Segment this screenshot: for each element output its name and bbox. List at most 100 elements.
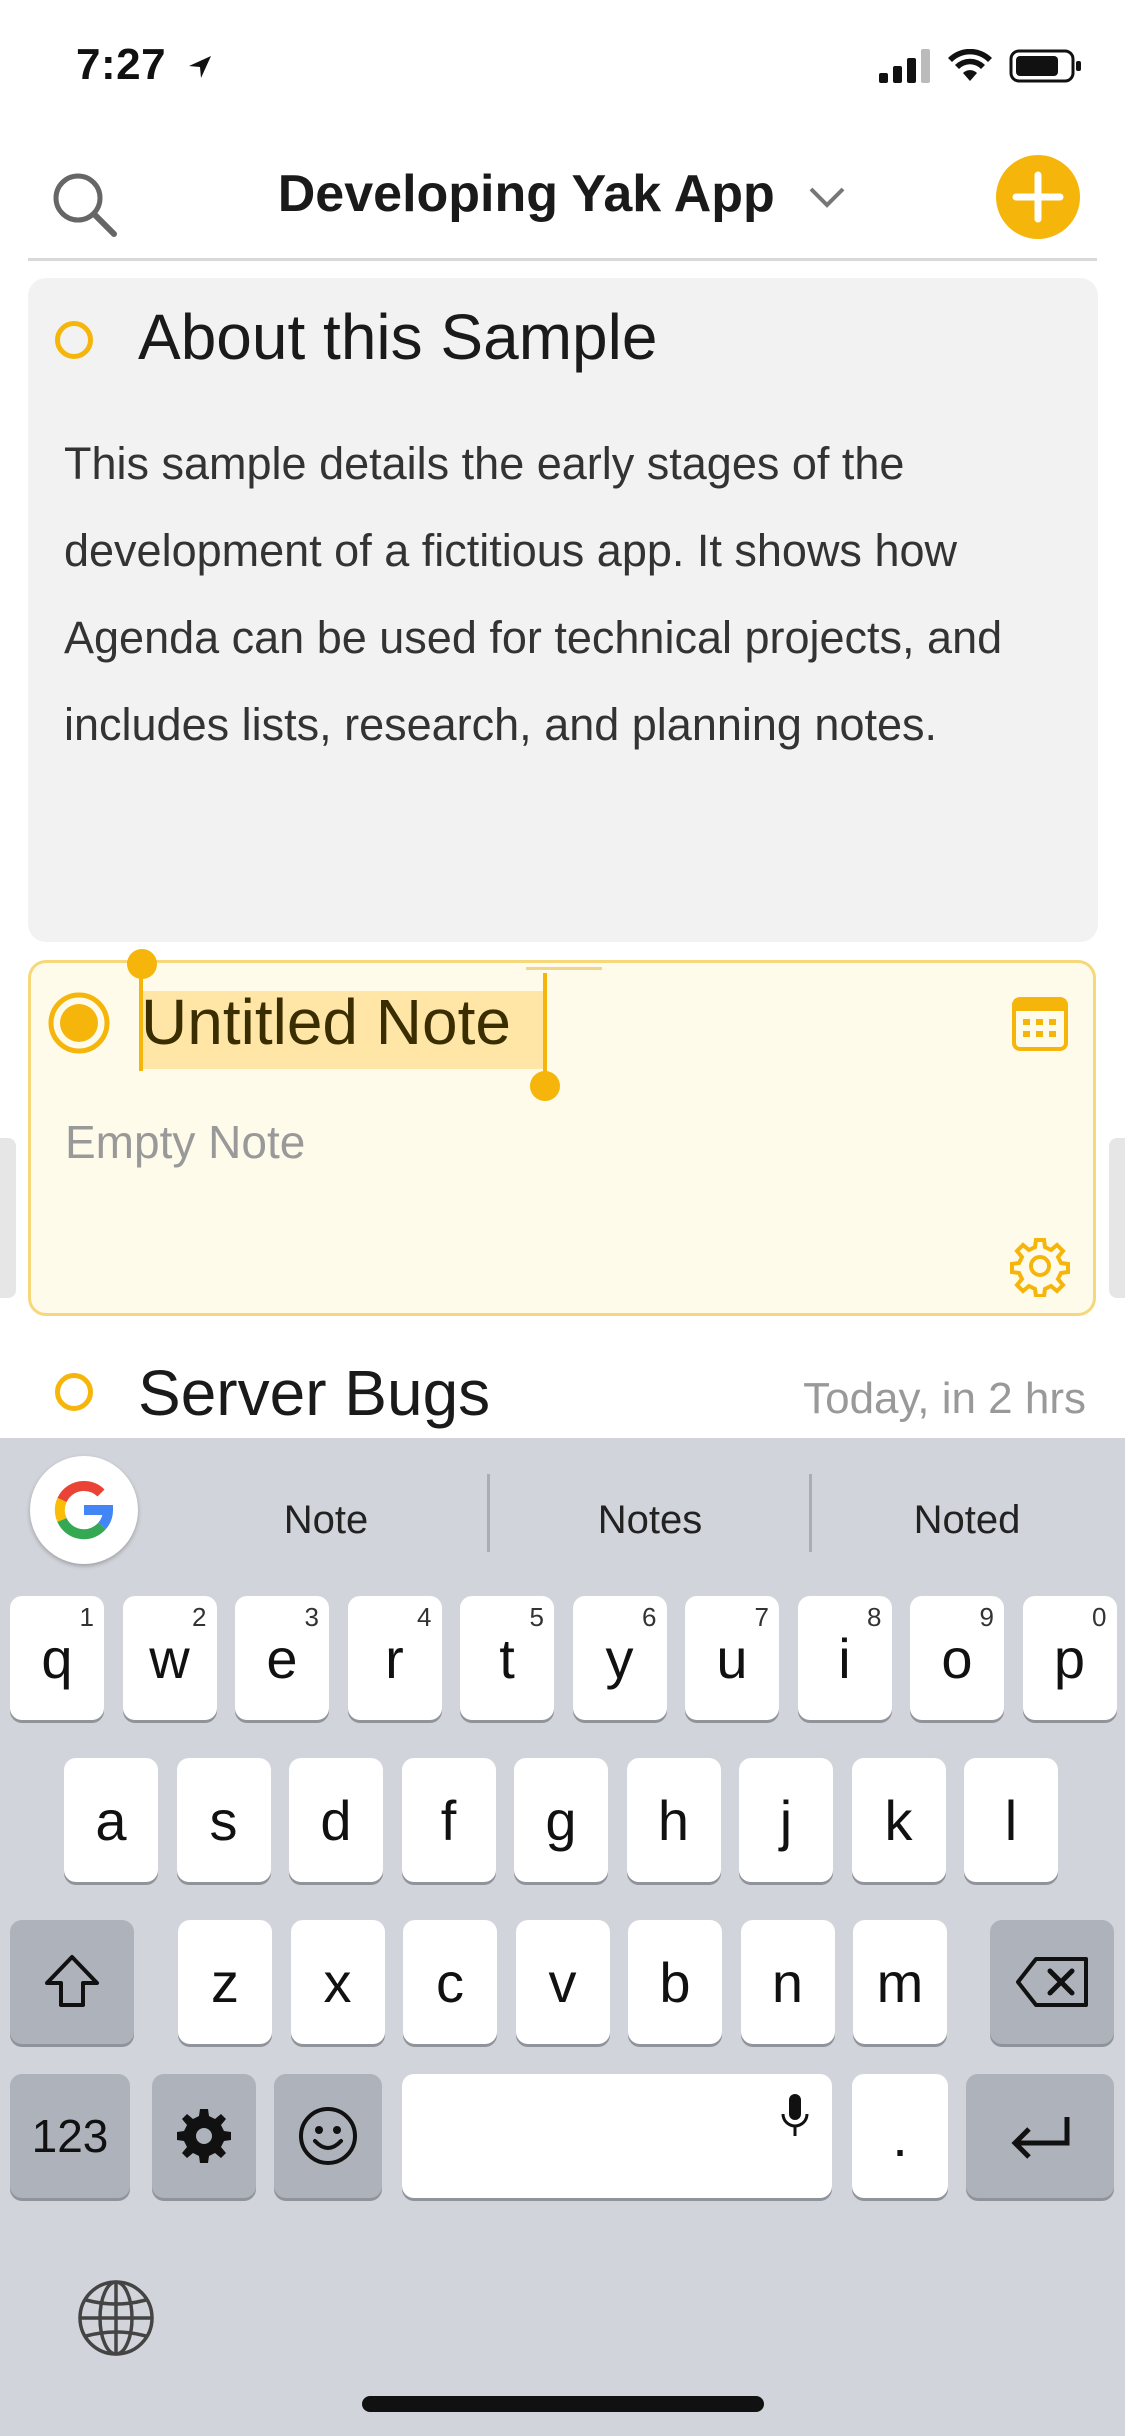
- key-number-hint: 6: [642, 1602, 657, 1632]
- globe-icon[interactable]: [76, 2278, 156, 2358]
- note-status-circle[interactable]: [55, 1373, 93, 1411]
- note-status-radio-selected[interactable]: [47, 991, 111, 1055]
- key-letter: e: [266, 1626, 298, 1690]
- space-bar[interactable]: [402, 2074, 832, 2198]
- battery-icon: [1009, 49, 1081, 83]
- key-y[interactable]: 6y: [572, 1596, 667, 1720]
- key-number-hint: 1: [79, 1602, 94, 1632]
- key-number-hint: 7: [754, 1602, 769, 1632]
- key-l[interactable]: l: [964, 1758, 1058, 1882]
- backspace-icon: [1016, 1957, 1088, 2007]
- note-body[interactable]: This sample details the early stages of …: [64, 420, 1074, 768]
- key-k[interactable]: k: [851, 1758, 946, 1882]
- key-number-hint: 8: [867, 1602, 882, 1632]
- suggestion-2[interactable]: Notes: [490, 1498, 810, 1543]
- note-date: Today, in 2 hrs: [803, 1374, 1086, 1423]
- note-card-untitled[interactable]: Untitled Note Empty Note: [28, 949, 1096, 1316]
- shift-icon: [45, 1955, 99, 2007]
- shift-key[interactable]: [10, 1920, 134, 2044]
- key-m[interactable]: m: [853, 1920, 947, 2044]
- key-number-hint: 2: [192, 1602, 207, 1632]
- note-card-about[interactable]: About this Sample This sample details th…: [28, 278, 1098, 942]
- key-letter: w: [149, 1626, 190, 1690]
- settings-key[interactable]: [152, 2074, 256, 2198]
- key-s[interactable]: s: [176, 1758, 271, 1882]
- microphone-icon[interactable]: [780, 2092, 810, 2140]
- key-x[interactable]: x: [290, 1920, 385, 2044]
- signal-icon: [879, 49, 930, 83]
- key-e[interactable]: 3e: [235, 1596, 329, 1720]
- key-n[interactable]: n: [740, 1920, 835, 2044]
- key-number-hint: 4: [417, 1602, 432, 1632]
- key-h[interactable]: h: [626, 1758, 721, 1882]
- gear-icon[interactable]: [1009, 1235, 1071, 1297]
- left-side-tab[interactable]: [0, 1138, 16, 1298]
- key-r[interactable]: 4r: [347, 1596, 442, 1720]
- key-f[interactable]: f: [401, 1758, 496, 1882]
- suggestion-3[interactable]: Noted: [812, 1498, 1122, 1543]
- key-number-hint: 0: [1092, 1602, 1107, 1632]
- status-indicators: [879, 48, 1083, 84]
- suggestion-1[interactable]: Note: [166, 1498, 486, 1543]
- key-w[interactable]: 2w: [122, 1596, 217, 1720]
- key-z[interactable]: z: [178, 1920, 272, 2044]
- status-time: 7:27: [76, 40, 215, 90]
- note-title[interactable]: Untitled Note: [141, 985, 511, 1059]
- note-title[interactable]: About this Sample: [138, 300, 657, 374]
- chevron-down-icon: [809, 187, 845, 209]
- numbers-key-label: 123: [31, 2110, 109, 2162]
- selection-handle-end-dot[interactable]: [530, 1071, 560, 1101]
- key-number-hint: 9: [979, 1602, 994, 1632]
- google-g-icon: [54, 1480, 114, 1540]
- key-v[interactable]: v: [515, 1920, 610, 2044]
- key-letter: q: [41, 1626, 73, 1690]
- header-divider: [28, 258, 1097, 261]
- key-letter: p: [1053, 1626, 1086, 1690]
- project-title[interactable]: Developing Yak App: [0, 164, 1125, 224]
- key-u[interactable]: 7u: [685, 1596, 779, 1720]
- right-side-tab[interactable]: [1109, 1138, 1125, 1298]
- key-letter: r: [385, 1626, 404, 1690]
- return-icon: [1011, 2117, 1070, 2159]
- wifi-icon: [948, 49, 992, 81]
- key-p[interactable]: 0p: [1022, 1596, 1117, 1720]
- note-status-circle[interactable]: [55, 321, 93, 359]
- gear-icon: [177, 2109, 231, 2163]
- key-b[interactable]: b: [628, 1920, 722, 2044]
- note-body-placeholder[interactable]: Empty Note: [65, 1115, 305, 1169]
- selection-handle-start-dot[interactable]: [127, 949, 157, 979]
- add-note-button[interactable]: [995, 154, 1081, 240]
- key-c[interactable]: c: [403, 1920, 497, 2044]
- period-key[interactable]: .: [852, 2074, 948, 2198]
- emoji-key[interactable]: [274, 2074, 382, 2198]
- key-number-hint: 3: [304, 1602, 319, 1632]
- selection-handle-end[interactable]: [543, 973, 547, 1083]
- note-card-server-bugs[interactable]: Server Bugs Today, in 2 hrs: [28, 1330, 1098, 1438]
- note-title[interactable]: Server Bugs: [138, 1356, 490, 1430]
- keyboard: Note Notes Noted 123 . 1 q 2 w 3 e 4 r 5…: [0, 1438, 1125, 2436]
- backspace-key[interactable]: [990, 1920, 1114, 2044]
- return-key[interactable]: [966, 2074, 1114, 2198]
- key-g[interactable]: g: [514, 1758, 608, 1882]
- key-letter: u: [716, 1626, 748, 1690]
- key-letter: t: [499, 1626, 515, 1690]
- google-button[interactable]: [30, 1456, 138, 1564]
- header: Developing Yak App: [0, 140, 1125, 260]
- emoji-icon: [299, 2107, 357, 2165]
- key-letter: y: [605, 1626, 634, 1690]
- key-o[interactable]: 9o: [910, 1596, 1004, 1720]
- status-time-text: 7:27: [76, 40, 167, 89]
- key-i[interactable]: 8i: [797, 1596, 892, 1720]
- key-t[interactable]: 5t: [460, 1596, 554, 1720]
- key-q[interactable]: 1q: [10, 1596, 104, 1720]
- key-a[interactable]: a: [64, 1758, 158, 1882]
- numbers-key[interactable]: 123: [10, 2074, 130, 2198]
- project-title-text: Developing Yak App: [277, 165, 775, 223]
- key-d[interactable]: d: [289, 1758, 383, 1882]
- calendar-icon[interactable]: [1010, 993, 1070, 1053]
- location-arrow-icon: [188, 56, 211, 79]
- key-j[interactable]: j: [739, 1758, 833, 1882]
- key-letter: o: [941, 1626, 973, 1690]
- key-number-hint: 5: [529, 1602, 544, 1632]
- home-indicator[interactable]: [362, 2396, 764, 2412]
